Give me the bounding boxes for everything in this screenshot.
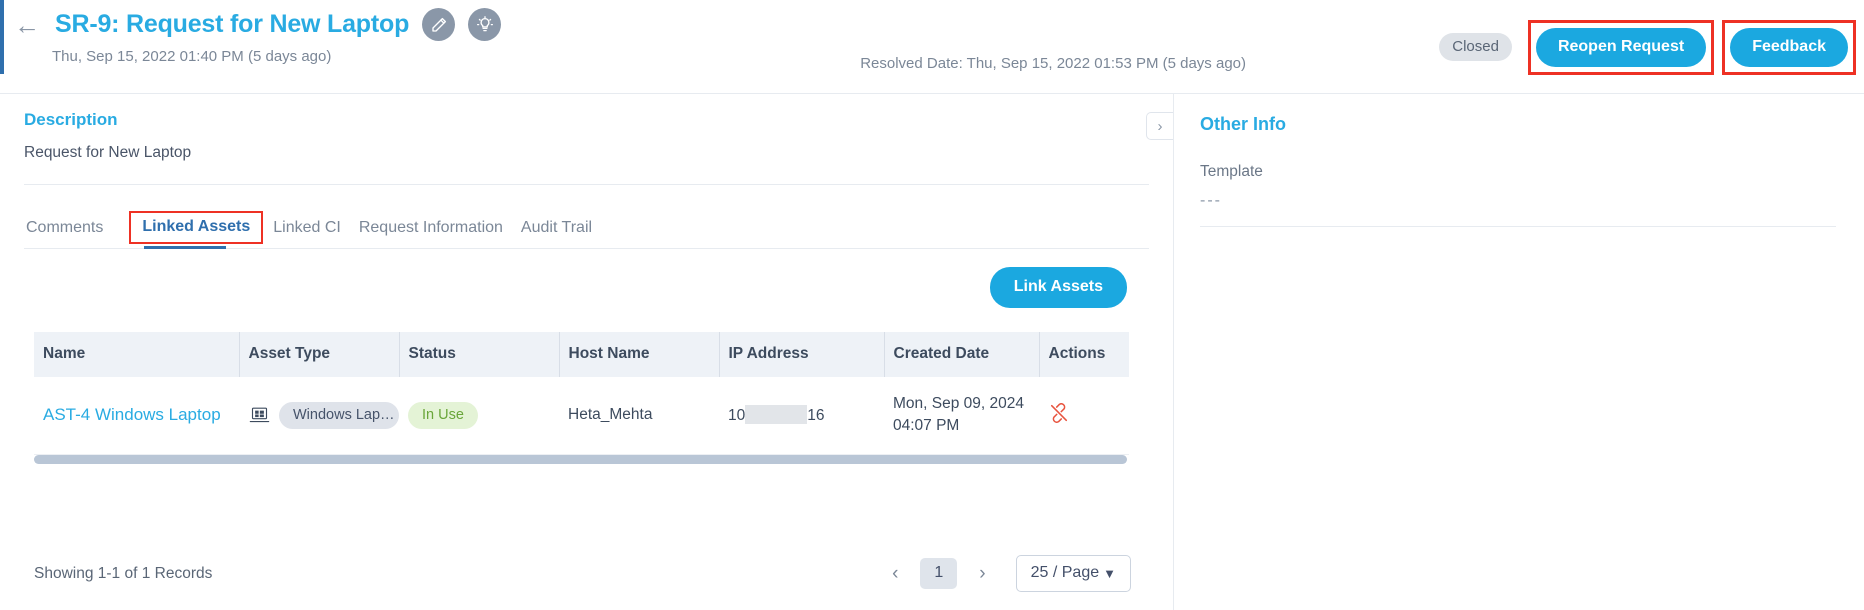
description-text: Request for New Laptop: [24, 144, 192, 161]
column-header-created-date[interactable]: Created Date: [884, 332, 1040, 377]
request-detail-page: ← SR-9: Request for New Laptop Thu, Sep …: [0, 0, 1864, 610]
cell-asset-type: Windows Lap…: [239, 377, 399, 455]
column-header-asset-type[interactable]: Asset Type: [239, 332, 400, 377]
asset-status-badge: In Use: [408, 401, 478, 429]
column-header-actions: Actions: [1039, 332, 1129, 377]
created-date-line1: Mon, Sep 09, 2024: [893, 395, 1024, 412]
asset-name-link[interactable]: AST-4 Windows Laptop: [43, 405, 221, 424]
chevron-right-icon[interactable]: ›: [1146, 112, 1173, 140]
link-assets-button[interactable]: Link Assets: [989, 267, 1127, 308]
header-left-group: ← SR-9: Request for New Laptop Thu, Sep …: [14, 8, 502, 65]
left-accent-bar: [0, 0, 4, 74]
cell-actions: [1039, 377, 1129, 455]
tab-linked-assets[interactable]: Linked Assets: [129, 211, 264, 244]
chevron-right-icon[interactable]: ›: [971, 561, 993, 587]
table-row: AST-4 Windows Laptop Windows Lap… In Use…: [34, 377, 1129, 455]
page-size-select[interactable]: 25 / Page ▼: [1015, 555, 1131, 592]
cell-name: AST-4 Windows Laptop: [34, 377, 239, 455]
body: › Description Request for New Laptop Com…: [0, 94, 1864, 610]
other-info-panel: Other Info Template ---: [1174, 94, 1864, 610]
pencil-icon[interactable]: [422, 8, 456, 41]
resolved-date: Resolved Date: Thu, Sep 15, 2022 01:53 P…: [860, 55, 1246, 72]
reopen-request-highlight: Reopen Request: [1527, 20, 1715, 75]
records-summary: Showing 1-1 of 1 Records: [34, 564, 213, 582]
tab-linked-ci[interactable]: Linked CI: [273, 219, 359, 248]
divider: [24, 184, 1149, 185]
linked-assets-table: Name Asset Type Status Host Name IP Addr…: [34, 332, 1129, 455]
ip-prefix: 10: [728, 407, 746, 425]
linked-assets-table-wrap: Name Asset Type Status Host Name IP Addr…: [34, 332, 1129, 455]
created-date-line2: 04:07 PM: [893, 417, 960, 435]
windows-laptop-icon: [248, 406, 270, 424]
title-row: ← SR-9: Request for New Laptop: [14, 8, 502, 41]
pagination: ‹ 1 › 25 / Page ▼: [884, 555, 1131, 592]
main-column: › Description Request for New Laptop Com…: [0, 94, 1174, 610]
chevron-down-icon: ▼: [1103, 565, 1116, 581]
template-value: ---: [1200, 192, 1836, 227]
status-badge: Closed: [1439, 33, 1512, 62]
chevron-left-icon[interactable]: ‹: [884, 561, 906, 587]
cell-created-date: Mon, Sep 09, 2024 04:07 PM: [884, 377, 1039, 455]
feedback-highlight: Feedback: [1722, 20, 1856, 75]
table-header-row: Name Asset Type Status Host Name IP Addr…: [34, 332, 1129, 377]
cell-status: In Use: [399, 377, 559, 455]
table-footer: Showing 1-1 of 1 Records ‹ 1 › 25 / Page…: [0, 555, 1173, 592]
unlink-icon[interactable]: [1048, 403, 1070, 428]
tab-comments[interactable]: Comments: [24, 219, 121, 248]
page-number-1[interactable]: 1: [920, 558, 958, 589]
ip-suffix: 16: [807, 407, 825, 425]
page-title: SR-9: Request for New Laptop: [55, 10, 410, 38]
lightbulb-icon[interactable]: [468, 8, 502, 41]
column-header-ip-address[interactable]: IP Address: [719, 332, 885, 377]
horizontal-scrollbar[interactable]: [34, 454, 1127, 464]
tab-request-information[interactable]: Request Information: [359, 219, 521, 248]
column-header-status[interactable]: Status: [399, 332, 560, 377]
header-actions: Closed Reopen Request Feedback: [1439, 20, 1856, 75]
cell-ip-address: 10 16: [719, 377, 884, 455]
description-section: Description Request for New Laptop: [0, 94, 1173, 162]
column-header-name[interactable]: Name: [34, 332, 240, 377]
reopen-request-button[interactable]: Reopen Request: [1535, 28, 1707, 67]
column-header-host-name[interactable]: Host Name: [559, 332, 720, 377]
back-arrow-icon[interactable]: ←: [14, 12, 42, 38]
feedback-button[interactable]: Feedback: [1730, 28, 1848, 67]
page-size-label: 25 / Page: [1030, 564, 1100, 581]
link-assets-row: Link Assets: [24, 267, 1127, 308]
active-tab-indicator: [144, 246, 226, 249]
created-timestamp: Thu, Sep 15, 2022 01:40 PM (5 days ago): [52, 48, 332, 65]
description-heading: Description: [24, 110, 118, 129]
page-header: ← SR-9: Request for New Laptop Thu, Sep …: [0, 0, 1864, 94]
other-info-heading: Other Info: [1200, 114, 1286, 134]
tab-bar: Comments Linked Assets Linked CI Request…: [24, 207, 1149, 249]
cell-host-name: Heta_Mehta: [559, 377, 719, 455]
template-label: Template: [1200, 163, 1263, 180]
tab-audit-trail[interactable]: Audit Trail: [521, 219, 610, 248]
ip-redaction-mask: [745, 405, 808, 425]
asset-type-chip: Windows Lap…: [279, 401, 399, 429]
